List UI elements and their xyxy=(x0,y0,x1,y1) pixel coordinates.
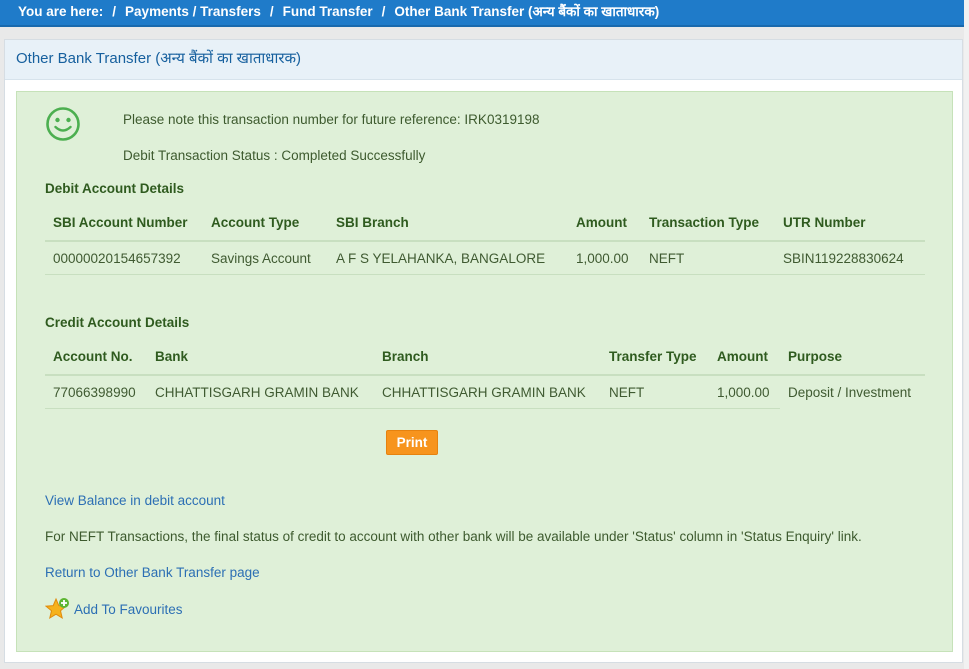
table-cell: NEFT xyxy=(641,241,775,275)
column-header: SBI Account Number xyxy=(45,204,203,242)
smiley-icon xyxy=(46,107,80,141)
column-header: Transaction Type xyxy=(641,204,775,242)
table-cell: NEFT xyxy=(601,375,709,409)
breadcrumb-payments-transfers[interactable]: Payments / Transfers xyxy=(125,4,261,19)
breadcrumb-fund-transfer[interactable]: Fund Transfer xyxy=(283,4,373,19)
star-add-icon xyxy=(45,597,69,620)
table-header-row: Account No. Bank Branch Transfer Type Am… xyxy=(45,338,925,376)
column-header: Amount xyxy=(709,338,780,376)
column-header: Branch xyxy=(374,338,601,376)
column-header: Transfer Type xyxy=(601,338,709,376)
success-box: Please note this transaction number for … xyxy=(16,91,953,652)
table-cell: 77066398990 xyxy=(45,375,147,409)
column-header: Bank xyxy=(147,338,374,376)
panel-title: Other Bank Transfer (अन्य बैंकों का खाता… xyxy=(5,40,962,80)
column-header: Amount xyxy=(568,204,641,242)
column-header: SBI Branch xyxy=(328,204,568,242)
table-cell: CHHATTISGARH GRAMIN BANK xyxy=(147,375,374,409)
neft-status-note: For NEFT Transactions, the final status … xyxy=(45,529,862,544)
column-header: Account Type xyxy=(203,204,328,242)
favourites-label: Add To Favourites xyxy=(74,601,183,617)
table-cell: A F S YELAHANKA, BANGALORE xyxy=(328,241,568,275)
print-button[interactable]: Print xyxy=(386,430,438,455)
column-header: Account No. xyxy=(45,338,147,376)
debit-status: Debit Transaction Status : Completed Suc… xyxy=(123,148,426,163)
add-to-favourites[interactable]: Add To Favourites xyxy=(45,597,183,620)
debit-table: SBI Account Number Account Type SBI Bran… xyxy=(45,204,925,275)
table-cell: 1,000.00 xyxy=(568,241,641,275)
debit-section-title: Debit Account Details xyxy=(45,181,185,196)
table-row: 00000020154657392 Savings Account A F S … xyxy=(45,241,925,275)
table-row: 77066398990 CHHATTISGARH GRAMIN BANK CHH… xyxy=(45,375,925,409)
credit-table: Account No. Bank Branch Transfer Type Am… xyxy=(45,338,925,409)
table-header-row: SBI Account Number Account Type SBI Bran… xyxy=(45,204,925,242)
table-cell: Deposit / Investment xyxy=(788,384,912,400)
table-cell: 00000020154657392 xyxy=(45,241,203,275)
column-header: Purpose xyxy=(780,338,925,376)
reference-note: Please note this transaction number for … xyxy=(123,112,540,127)
view-balance-link[interactable]: View Balance in debit account xyxy=(45,493,225,508)
column-header: UTR Number xyxy=(775,204,925,242)
table-cell: Savings Account xyxy=(203,241,328,275)
scrollbar[interactable] xyxy=(964,0,969,669)
return-link[interactable]: Return to Other Bank Transfer page xyxy=(45,565,260,580)
table-cell: SBIN119228830624 xyxy=(775,241,925,275)
table-cell: 1,000.00 xyxy=(709,375,780,409)
credit-section-title: Credit Account Details xyxy=(45,315,190,330)
table-cell: CHHATTISGARH GRAMIN BANK xyxy=(374,375,601,409)
breadcrumb-bar: You are here: / Payments / Transfers / Fund … xyxy=(0,0,964,27)
breadcrumb-prefix: You are here: xyxy=(18,4,104,19)
breadcrumb-current: Other Bank Transfer (अन्य बैंकों का खाता… xyxy=(394,4,660,19)
transfer-panel: Other Bank Transfer (अन्य बैंकों का खाता… xyxy=(4,39,963,663)
